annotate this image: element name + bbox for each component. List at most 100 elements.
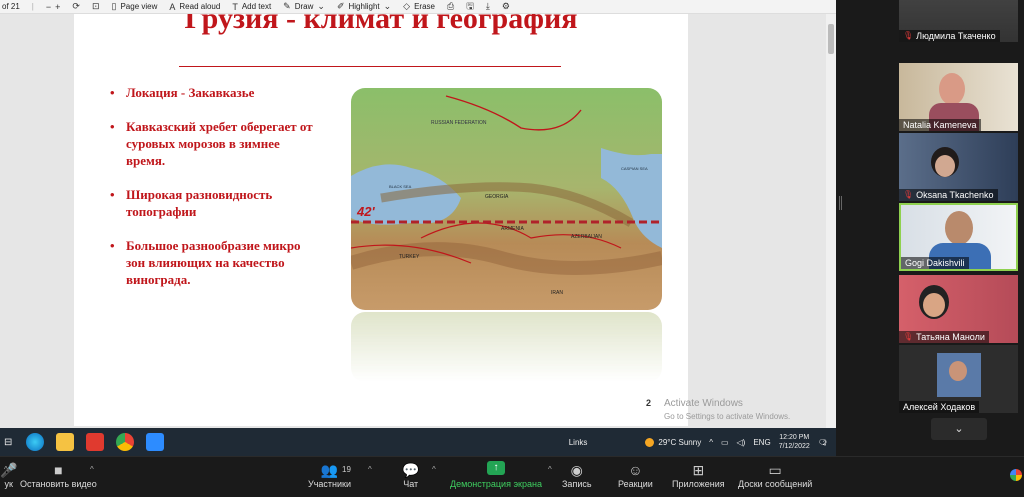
file-explorer-icon[interactable] — [56, 433, 75, 451]
record-button[interactable]: ◉ Запись — [562, 461, 592, 489]
video-camera-icon: ■ — [54, 462, 63, 478]
links-toolbar[interactable]: Links — [569, 438, 588, 447]
draw-label: Draw — [294, 2, 314, 11]
reactions-label: Реакции — [618, 479, 653, 489]
chevron-down-icon[interactable]: ⌄ — [317, 1, 325, 12]
reactions-button[interactable]: ☺ Реакции — [618, 461, 653, 489]
language-indicator[interactable]: ENG — [753, 438, 770, 447]
bullet-item: • Локация - Закавказье — [110, 85, 255, 100]
share-caret-icon[interactable]: ^ — [548, 465, 552, 474]
slide-page-number: 2 — [646, 398, 652, 408]
network-icon[interactable]: ▭ — [721, 438, 729, 447]
pdf-scrollbar[interactable] — [826, 14, 836, 428]
highlight-button[interactable]: ✐ Highlight ⌄ — [337, 1, 391, 12]
page-view-button[interactable]: ▯ Page view — [112, 1, 158, 12]
audio-label: ук — [4, 479, 13, 489]
map-label-black-sea: BLACK SEA — [389, 184, 412, 189]
audio-button[interactable]: 🎤 ук — [0, 461, 17, 489]
fit-icon[interactable]: ⊡ — [92, 1, 100, 12]
stop-video-button[interactable]: ■ Остановить видео — [20, 461, 97, 489]
share-screen-icon: ↑ — [486, 461, 505, 475]
save-icon[interactable]: 🖫 — [466, 0, 474, 13]
resize-grip[interactable] — [839, 196, 842, 210]
participant-name-bar: 🎙 Татьяна Маноли — [899, 331, 989, 343]
bullet-item: • Широкая разновидность топографии — [110, 187, 273, 219]
bullet-list: • Локация - Закавказье • Кавказский хребет… — [110, 84, 320, 305]
read-aloud-icon: A — [169, 1, 176, 12]
tray-chevron-icon[interactable]: ^ — [709, 438, 713, 447]
notification-count: 2 — [822, 440, 827, 447]
scroll-thumb[interactable] — [828, 24, 834, 54]
participant-name: Gogi Dakishvili — [905, 258, 965, 268]
minus-icon[interactable]: − — [46, 2, 51, 12]
task-view-icon[interactable]: ⊟ — [4, 437, 12, 448]
chat-button[interactable]: 💬 Чат — [402, 461, 419, 489]
add-text-button[interactable]: T Add text — [232, 2, 271, 12]
map-label-russia: RUSSIAN FEDERATION — [431, 120, 487, 126]
map-label-turkey: TURKEY — [399, 254, 420, 260]
caucasus-map: RUSSIAN FEDERATION BLACK SEA CASPIAN SEA… — [351, 88, 662, 310]
zoom-meeting-window: of 21 | − + ⟳ ⊡ ▯ Page view A Read aloud TA… — [0, 0, 1024, 497]
rotate-icon[interactable]: ⟳ — [72, 1, 80, 12]
video-tile[interactable]: 🎙 Людмила Ткаченко — [899, 0, 1018, 42]
windows-taskbar: ⊟ Links 29°C Sunny ^ ▭ ◁) ENG 12:20 PM 7/… — [0, 428, 836, 456]
chevron-down-icon[interactable]: ⌄ — [384, 1, 392, 12]
text-icon: T — [232, 1, 238, 12]
slide-title: Грузия - климат и география — [184, 14, 578, 35]
anydesk-icon[interactable] — [86, 433, 105, 451]
apps-icon: ⊞ — [692, 462, 705, 478]
chrome-icon[interactable] — [116, 433, 135, 451]
print-icon[interactable]: ⎙ — [447, 1, 454, 12]
participants-label: Участники — [308, 479, 351, 489]
save-as-icon[interactable]: ⤓ — [486, 1, 490, 12]
whiteboard-button[interactable]: ▭ Доски сообщений — [738, 461, 812, 489]
participant-name: Natalia Kameneva — [903, 120, 977, 130]
video-tile[interactable]: Алексей Ходаков — [899, 345, 1018, 413]
map-label-caspian: CASPIAN SEA — [621, 166, 648, 171]
video-tile-active-speaker[interactable]: Gogi Dakishvili — [899, 203, 1018, 271]
chevron-down-icon[interactable]: ⌄ — [931, 418, 987, 440]
video-options-caret-icon[interactable]: ^ — [90, 465, 94, 474]
erase-button[interactable]: ◇ Erase — [403, 1, 435, 12]
chat-icon: 💬 — [402, 462, 420, 478]
whiteboard-label: Доски сообщений — [738, 479, 813, 489]
map-label-azerbaijan: AZERBAIJAN — [571, 234, 602, 240]
clock[interactable]: 12:20 PM 7/12/2022 — [779, 433, 810, 451]
mic-muted-icon: 🎙 — [903, 190, 914, 199]
video-tile[interactable]: Natalia Kameneva — [899, 63, 1018, 131]
read-aloud-button[interactable]: A Read aloud — [169, 2, 220, 12]
draw-button[interactable]: ✎ Draw ⌄ — [283, 1, 325, 12]
apps-button[interactable]: ⊞ Приложения — [672, 461, 725, 489]
settings-icon[interactable]: ⚙ — [502, 1, 510, 12]
weather-widget[interactable]: 29°C Sunny — [645, 437, 701, 447]
notification-icon[interactable]: 🗨 2 — [818, 438, 828, 447]
bullet-item: • Большое разнообразие микро зон влияющих… — [110, 238, 301, 287]
video-tile[interactable]: 🎙 Татьяна Маноли — [899, 275, 1018, 343]
pdf-canvas[interactable]: Грузия - климат и география • Локация - З… — [0, 14, 826, 428]
panel-divider[interactable] — [836, 0, 846, 456]
share-screen-label: Демонстрация экрана — [450, 479, 542, 489]
volume-icon[interactable]: ◁) — [737, 438, 746, 447]
participant-name: Oksana Tkachenko — [916, 190, 994, 200]
title-divider — [179, 66, 561, 67]
chat-caret-icon[interactable]: ^ — [432, 465, 436, 474]
watermark-title: Activate Windows — [664, 398, 743, 409]
book-icon: ▯ — [111, 1, 117, 11]
microphone-icon: 🎤 — [0, 462, 18, 478]
zoom-controls[interactable]: − + — [46, 2, 61, 12]
participants-caret-icon[interactable]: ^ — [368, 465, 372, 474]
share-screen-button[interactable]: ↑ Демонстрация экрана — [450, 461, 542, 489]
audio-options-caret-icon[interactable]: ^ — [4, 465, 8, 474]
map-image: RUSSIAN FEDERATION BLACK SEA CASPIAN SEA… — [351, 88, 662, 310]
more-icon[interactable] — [1010, 469, 1022, 481]
participant-name-bar: Gogi Dakishvili — [901, 257, 969, 269]
video-tile[interactable]: 🎙 Oksana Tkachenko — [899, 133, 1018, 201]
system-tray: Links 29°C Sunny ^ ▭ ◁) ENG 12:20 PM 7/12… — [569, 428, 828, 456]
plus-icon[interactable]: + — [55, 2, 60, 12]
clock-date: 7/12/2022 — [778, 443, 810, 450]
participant-name-bar: Алексей Ходаков — [899, 401, 980, 413]
zoom-app-icon[interactable] — [146, 433, 165, 451]
edge-icon[interactable] — [26, 433, 45, 451]
read-aloud-label: Read aloud — [179, 2, 221, 11]
activate-windows-watermark: Activate Windows Go to Settings to activ… — [664, 398, 790, 421]
